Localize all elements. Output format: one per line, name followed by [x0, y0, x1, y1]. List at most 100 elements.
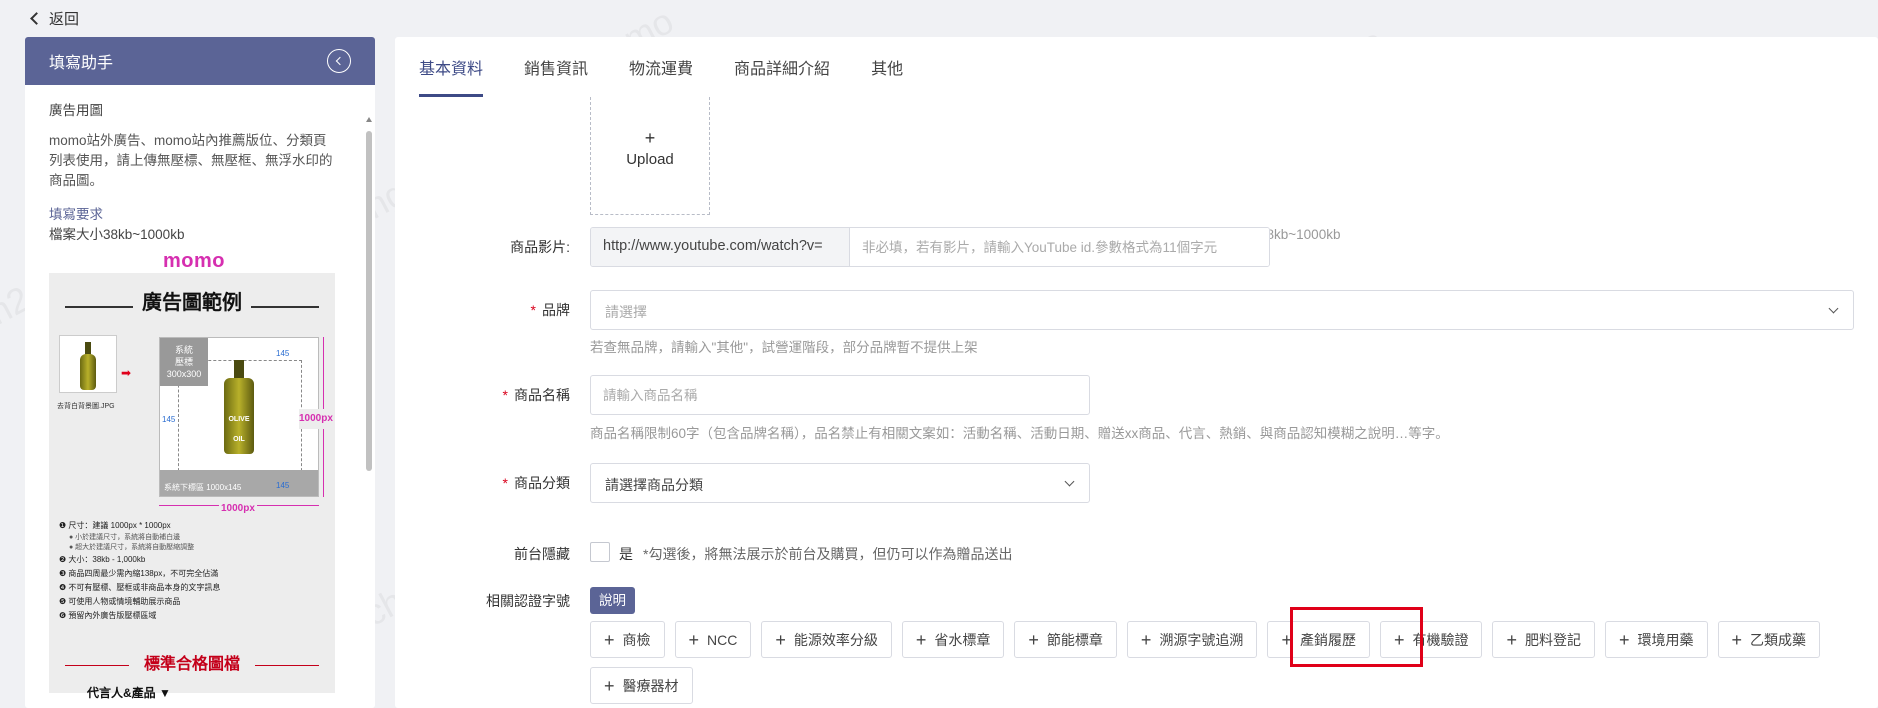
plus-icon: +	[1281, 629, 1292, 650]
example-frame: 系統 壓標 300x300 OLIVE OIL 系統下標區 1000x145 1…	[159, 337, 319, 497]
image-upload-box[interactable]: + Upload	[590, 97, 710, 215]
chevron-down-icon	[1828, 303, 1839, 314]
back-button[interactable]: 返回	[28, 8, 79, 29]
margin-label: 145	[162, 415, 176, 424]
helper-section-title: 廣告用圖	[49, 103, 103, 118]
cert-label: 能源效率分級	[793, 631, 878, 648]
explain-button[interactable]: 說明	[590, 587, 635, 614]
chevron-left-icon	[335, 56, 345, 66]
cert-button-group: + 商檢 + NCC + 能源效率分級 + 省水標章 + 節能標章 + 溯源字號追溯 + 產銷…	[590, 621, 1860, 704]
spokesperson-label: 代言人&產品 ▼	[87, 686, 171, 700]
product-name-label-text: 商品名稱	[514, 387, 570, 403]
cert-label: 環境用藥	[1637, 631, 1694, 648]
plus-icon: +	[644, 128, 656, 148]
thumbnail-caption: 去背白背景圖.JPG	[57, 403, 115, 410]
margin-label: 145	[276, 481, 290, 490]
chevron-left-icon	[30, 11, 43, 25]
helper-panel: 填寫助手 廣告用圖 momo站外廣告、momo站內推薦版位、分類頁列表使用，請上…	[25, 37, 375, 708]
rule-item: ❸ 商品四周最少需內縮138px，不可完全佔滿	[59, 569, 219, 578]
tab-sales-info[interactable]: 銷售資訊	[524, 37, 588, 97]
rule-item: ❷ 大小：38kb - 1,000kb	[59, 555, 146, 564]
brand-label: * 品牌	[450, 300, 570, 320]
tab-product-details[interactable]: 商品詳細介紹	[734, 37, 830, 97]
plus-icon: +	[915, 629, 927, 650]
add-cert-inspection-button[interactable]: + 商檢	[590, 621, 665, 658]
add-cert-organic-button[interactable]: + 有機驗證	[1379, 621, 1483, 658]
add-cert-environmental-agent-button[interactable]: + 環境用藥	[1604, 621, 1708, 658]
required-mark: *	[502, 387, 508, 403]
add-cert-fertilizer-button[interactable]: + 肥料登記	[1492, 621, 1595, 658]
rule-item: ❻ 預留內外廣告版壓標區域	[59, 611, 157, 620]
plus-icon: +	[775, 629, 786, 650]
rule-item: ❺ 可使用人物或情境輔助展示商品	[59, 597, 181, 606]
plus-icon: +	[688, 629, 700, 650]
upload-label: Upload	[626, 151, 674, 168]
cert-label: NCC	[707, 631, 738, 648]
brand-select[interactable]: 請選擇	[590, 290, 1854, 330]
category-select[interactable]: 請選擇商品分類	[590, 463, 1090, 503]
main-form: 基本資料 銷售資訊 物流運費 商品詳細介紹 其他 + Upload momo站外…	[395, 37, 1878, 708]
cert-label: 乙類成藥	[1750, 631, 1807, 648]
plus-icon: +	[604, 629, 615, 650]
plus-icon: +	[1731, 629, 1743, 650]
helper-requirement-text: 檔案大小38kb~1000kb	[49, 227, 185, 242]
video-id-input[interactable]	[850, 228, 1269, 266]
cert-label: 溯源字號追溯	[1159, 631, 1244, 648]
hidden-checkbox[interactable]	[590, 542, 610, 562]
brand-hint: 若查無品牌，請輸入"其他"，試營運階段，部分品牌暫不提供上架	[590, 340, 978, 355]
helper-scrollbar[interactable]	[365, 117, 373, 473]
rule-item: ❹ 不可有壓標、壓框或非商品本身的文字訊息	[59, 583, 221, 592]
rule-item: ● 小於建議尺寸，系統將自動補白邊	[69, 534, 181, 541]
add-cert-water-saving-button[interactable]: + 省水標章	[901, 621, 1005, 658]
product-name-hint: 商品名稱限制60字（包含品牌名稱），品名禁止有相關文案如：活動名稱、活動日期、贈…	[590, 426, 1449, 441]
standard-image-title: 標準合格圖檔	[49, 655, 335, 675]
helper-title: 填寫助手	[49, 55, 114, 72]
brand-placeholder: 請選擇	[605, 304, 647, 320]
system-badge-bottom: 系統下標區 1000x145	[160, 470, 318, 496]
plus-icon: +	[1393, 629, 1405, 650]
add-cert-production-history-button[interactable]: + 產銷履歷	[1267, 621, 1370, 658]
collapse-panel-button[interactable]	[327, 49, 351, 73]
tab-other[interactable]: 其他	[871, 37, 903, 97]
cert-label: 產銷履歷	[1299, 631, 1356, 648]
rule-item: ● 超大於建議尺寸，系統將自動壓縮調整	[69, 544, 195, 551]
hidden-option-label: 是	[619, 546, 633, 562]
add-cert-energy-efficiency-button[interactable]: + 能源效率分級	[761, 621, 892, 658]
helper-header: 填寫助手	[25, 37, 375, 85]
helper-content: 廣告用圖 momo站外廣告、momo站內推薦版位、分類頁列表使用，請上傳無壓標、…	[25, 85, 363, 708]
add-cert-class-b-drug-button[interactable]: + 乙類成藥	[1717, 621, 1821, 658]
example-title: 廣告圖範例	[49, 293, 335, 313]
product-name-label: * 商品名稱	[450, 385, 570, 405]
arrow-right-icon: ➡	[121, 366, 132, 380]
height-label: 1000px	[299, 409, 333, 429]
ad-image-example: 廣告圖範例 去背白背景圖.JPG ➡ 系統 壓標 300x300 OLIVE O…	[49, 273, 335, 700]
tab-bar: 基本資料 銷售資訊 物流運費 商品詳細介紹 其他	[419, 37, 903, 97]
required-mark: *	[502, 475, 508, 491]
scrollbar-thumb[interactable]	[366, 131, 372, 471]
topbar: 返回	[0, 0, 1878, 36]
category-label-text: 商品分類	[514, 475, 570, 491]
width-label: 1000px	[219, 499, 257, 519]
scroll-up-icon[interactable]	[366, 117, 372, 122]
cert-label: 醫療器材	[622, 677, 679, 694]
tab-shipping[interactable]: 物流運費	[629, 37, 693, 97]
add-cert-energy-saving-button[interactable]: + 節能標章	[1014, 621, 1117, 658]
video-label: 商品影片:	[510, 239, 570, 255]
plus-icon: +	[604, 675, 615, 696]
example-rules: ❶ 尺寸：建議 1000px * 1000px ● 小於建議尺寸，系統將自動補白…	[59, 519, 220, 623]
add-cert-medical-device-button[interactable]: + 醫療器材	[590, 667, 693, 704]
hidden-note: *勾選後，將無法展示於前台及購買，但仍可以作為贈品送出	[643, 546, 1013, 562]
add-cert-ncc-button[interactable]: + NCC	[674, 621, 752, 658]
plus-icon: +	[1028, 629, 1039, 650]
helper-requirement-link[interactable]: 填寫要求	[49, 205, 339, 225]
tab-basic-info[interactable]: 基本資料	[419, 37, 484, 97]
cert-label: 商檢	[622, 631, 651, 648]
product-name-input[interactable]	[590, 375, 1090, 415]
cert-label: 有機驗證	[1412, 631, 1469, 648]
video-field: http://www.youtube.com/watch?v=	[590, 227, 1270, 267]
required-mark: *	[530, 302, 536, 318]
margin-label: 145	[276, 349, 290, 358]
hidden-label: 前台隱藏	[514, 546, 570, 562]
system-badge-top: 系統 壓標 300x300	[160, 338, 208, 386]
add-cert-traceability-button[interactable]: + 溯源字號追溯	[1126, 621, 1258, 658]
